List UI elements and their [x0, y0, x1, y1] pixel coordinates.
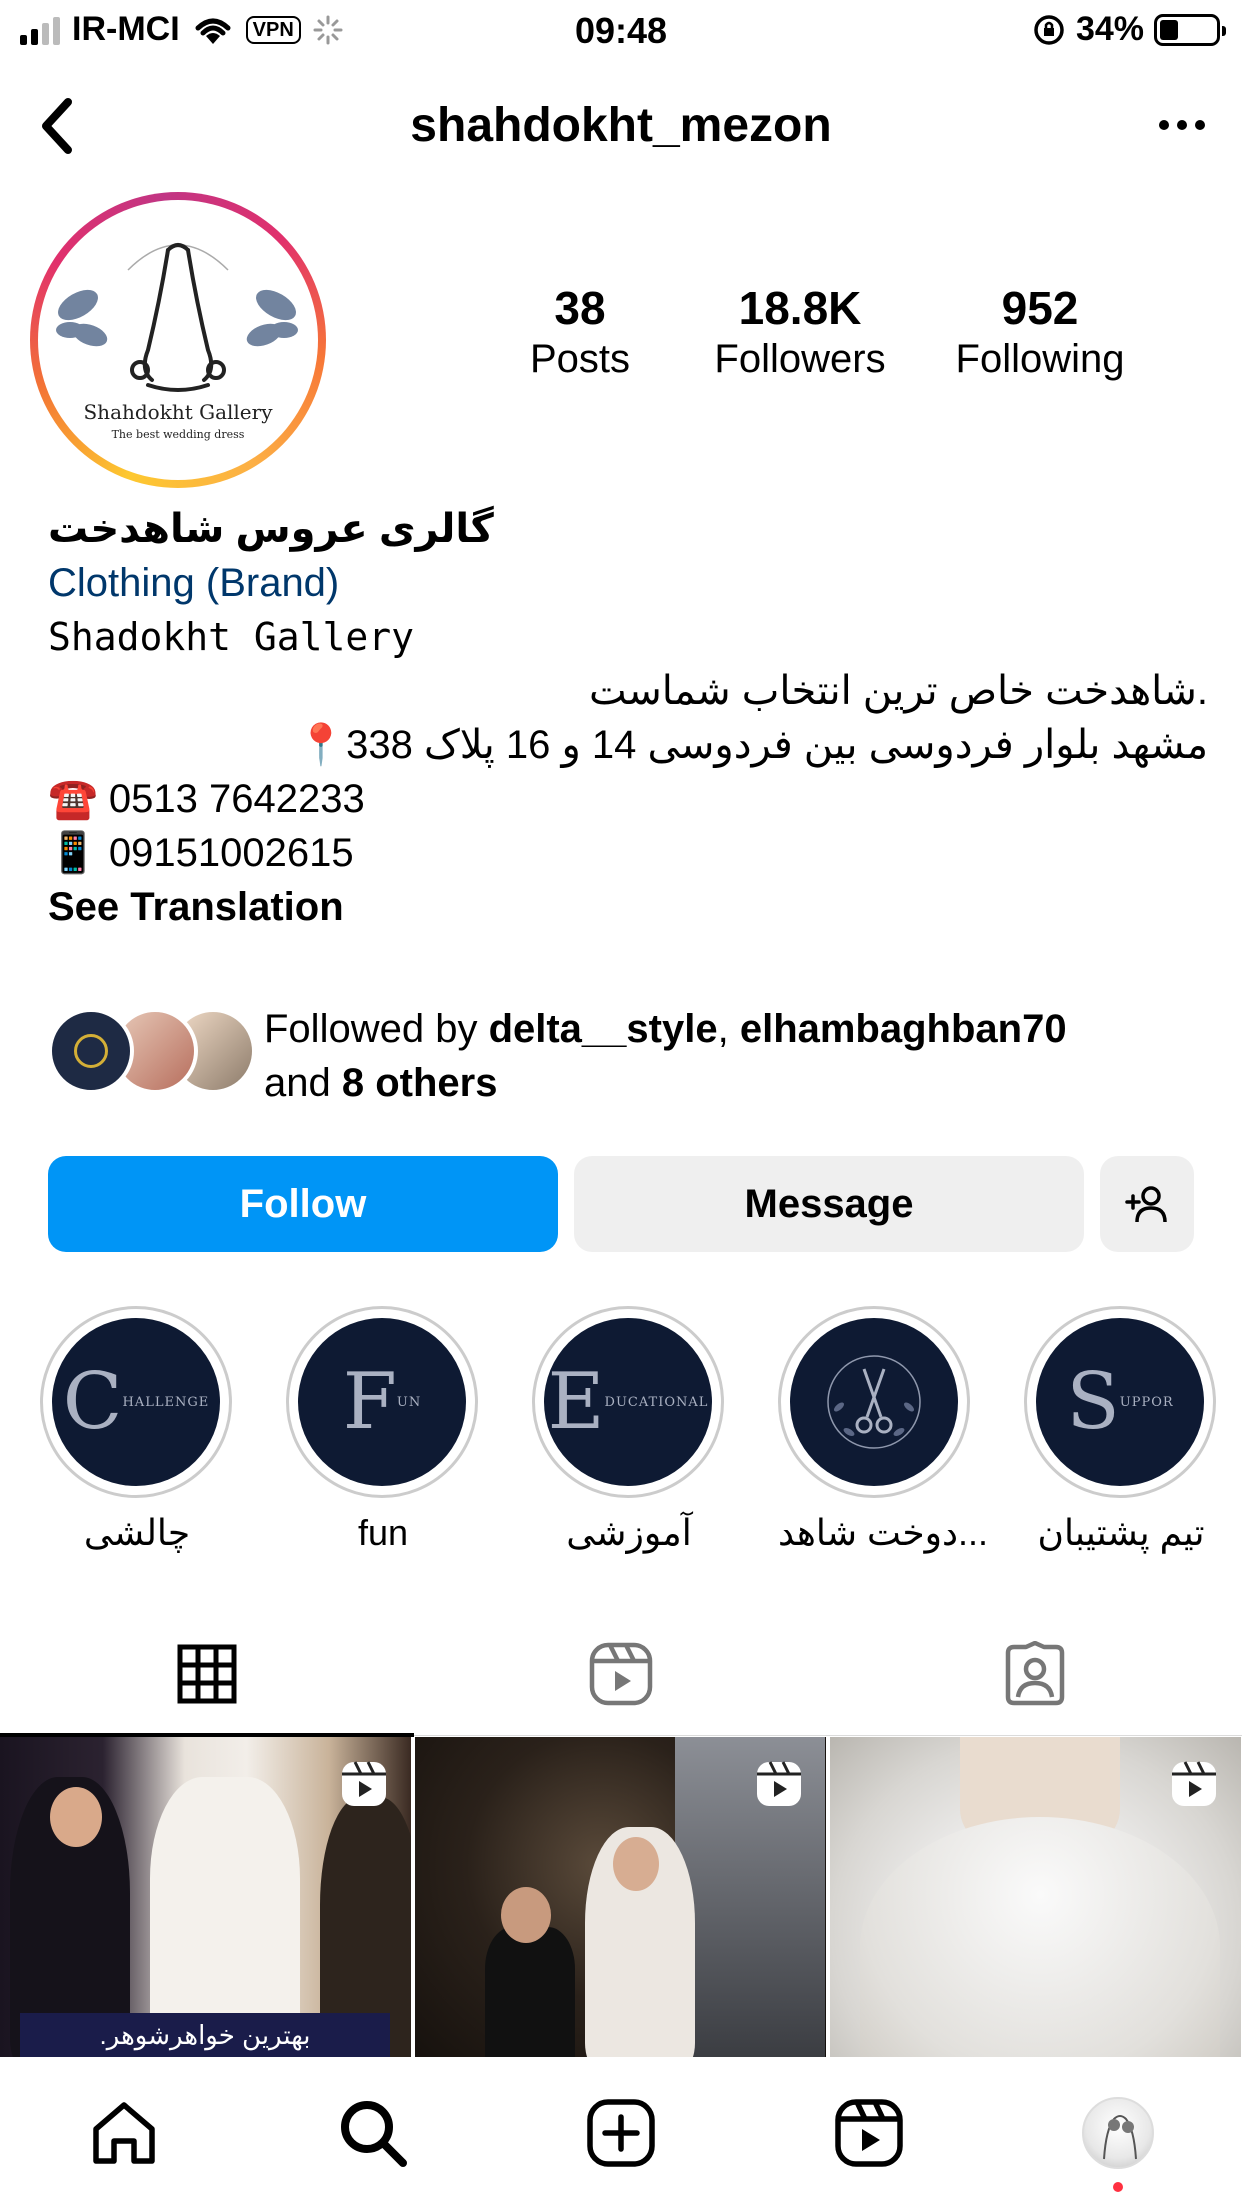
- add-user-icon: [1125, 1186, 1167, 1223]
- highlight-label: چالشی: [83, 1512, 191, 1553]
- highlight-letter: S: [1066, 1357, 1120, 1447]
- profile-avatar[interactable]: Shahdokht Gallery The best wedding dress: [30, 192, 326, 488]
- highlight-subtext: DUCATIONAL: [604, 1394, 709, 1410]
- stat-following[interactable]: 952 Following: [920, 282, 1160, 384]
- tab-posts-grid[interactable]: [0, 1612, 414, 1737]
- profile-category[interactable]: Clothing (Brand): [48, 556, 1208, 610]
- reels-icon: [835, 2098, 904, 2167]
- suggested-users-button[interactable]: [1100, 1156, 1194, 1252]
- search-icon: [340, 2100, 407, 2167]
- profile-bio: گالری عروس شاهدخت Clothing (Brand) Shado…: [48, 502, 1208, 934]
- profile-stats: 38 Posts 18.8K Followers 952 Following: [480, 282, 1160, 384]
- stat-label: Followers: [714, 337, 886, 381]
- avatar-logo-title: Shahdokht Gallery: [83, 400, 273, 424]
- grid-icon: [177, 1644, 237, 1704]
- scissors-icon: [827, 1355, 921, 1449]
- highlight-label: آموزشی: [566, 1512, 692, 1553]
- follow-button[interactable]: Follow: [48, 1156, 558, 1252]
- see-translation-link[interactable]: See Translation: [48, 880, 1208, 934]
- highlight-item[interactable]: E DUCATIONAL آموزشی: [532, 1306, 726, 1554]
- highlight-item[interactable]: C HALLENGE چالشی: [40, 1306, 234, 1554]
- followed-user-link[interactable]: elhambaghban70: [740, 1007, 1067, 1051]
- separator: ,: [717, 1007, 740, 1051]
- avatar-logo-subtitle: The best wedding dress: [111, 428, 245, 441]
- profile-actions: Follow Message: [48, 1156, 1194, 1252]
- highlight-label: دوخت شاهد...: [778, 1512, 989, 1553]
- nav-create[interactable]: [497, 2057, 745, 2208]
- more-options-icon[interactable]: [1152, 100, 1212, 150]
- post-thumbnail[interactable]: [830, 1737, 1241, 2057]
- profile-display-name: گالری عروس شاهدخت: [48, 507, 494, 551]
- posts-grid: بهترین خواهرشوهر.: [0, 1737, 1242, 2057]
- highlight-label: تیم پشتیبان: [1037, 1512, 1205, 1553]
- post-thumbnail[interactable]: [415, 1737, 826, 2057]
- notification-dot: [1112, 2182, 1123, 2192]
- profile-username: shahdokht_mezon: [410, 99, 832, 152]
- highlight-letter: F: [342, 1357, 397, 1447]
- nav-search[interactable]: [248, 2057, 496, 2208]
- tagged-user-icon: [1005, 1641, 1065, 1706]
- highlight-letter: C: [62, 1357, 123, 1447]
- post-thumbnail[interactable]: بهترین خواهرشوهر.: [0, 1737, 411, 2057]
- rotation-lock-icon: [1034, 14, 1064, 45]
- profile-tabs: [0, 1612, 1242, 1737]
- status-bar: IR-MCI VPN 09:48 34%: [0, 0, 1242, 62]
- status-right: 34%: [1032, 10, 1226, 49]
- stat-value: 952: [1001, 282, 1079, 334]
- nav-reels[interactable]: [745, 2057, 993, 2208]
- battery-icon: [1154, 13, 1226, 46]
- bio-line-slogan: .شاهدخت خاص ترین انتخاب شماست: [588, 669, 1208, 713]
- highlight-letter: E: [547, 1357, 605, 1447]
- message-button[interactable]: Message: [574, 1156, 1084, 1252]
- highlight-subtext: HALLENGE: [122, 1394, 210, 1410]
- tab-tagged[interactable]: [828, 1612, 1242, 1736]
- reels-icon: [589, 1642, 653, 1706]
- home-icon: [93, 2101, 155, 2164]
- followed-user-link[interactable]: delta__style: [489, 1007, 718, 1051]
- bio-line-mobile[interactable]: 📱 09151002615: [48, 826, 1208, 880]
- highlight-item[interactable]: S UPPOR تیم پشتیبان: [1024, 1306, 1218, 1554]
- bottom-nav: [0, 2057, 1242, 2208]
- profile-avatar-icon: [1081, 2096, 1154, 2169]
- followed-by-and: and: [264, 1061, 342, 1105]
- stat-label: Following: [955, 337, 1125, 381]
- stat-posts[interactable]: 38 Posts: [480, 282, 680, 384]
- highlight-label: fun: [357, 1512, 409, 1553]
- create-post-icon: [587, 2098, 655, 2167]
- followed-by-prefix: Followed by: [264, 1007, 489, 1051]
- tab-reels[interactable]: [414, 1612, 828, 1736]
- stat-value: 18.8K: [738, 282, 862, 334]
- profile-header: shahdokht_mezon: [0, 80, 1242, 170]
- reel-indicator-icon: [342, 1761, 386, 1806]
- story-highlights: C HALLENGE چالشی F UN fun E DUCATIONAL آ…: [40, 1306, 1220, 1566]
- stat-label: Posts: [529, 337, 631, 381]
- followed-by[interactable]: Followed by delta__style, elhambaghban70…: [48, 1002, 1228, 1112]
- bio-line-brand: Shadokht Gallery: [48, 615, 415, 659]
- follower-avatar: [48, 1008, 134, 1094]
- followed-by-text: Followed by delta__style, elhambaghban70…: [264, 1002, 1224, 1110]
- highlight-subtext: UPPOR: [1119, 1394, 1174, 1410]
- stat-value: 38: [554, 282, 606, 334]
- post-caption: بهترین خواهرشوهر.: [20, 2013, 390, 2057]
- battery-percent: 34%: [1075, 10, 1144, 48]
- followed-others-link[interactable]: 8 others: [342, 1061, 498, 1105]
- highlight-item[interactable]: F UN fun: [286, 1306, 480, 1554]
- highlight-subtext: UN: [396, 1394, 422, 1410]
- bio-line-address: مشهد بلوار فردوسی بین فردوسی 14 و 16 پلا…: [296, 723, 1208, 767]
- highlight-item[interactable]: دوخت شاهد...: [778, 1306, 989, 1554]
- stat-followers[interactable]: 18.8K Followers: [680, 282, 920, 384]
- nav-home[interactable]: [0, 2057, 248, 2208]
- nav-profile[interactable]: [994, 2057, 1242, 2208]
- bio-line-phone[interactable]: ☎️ 0513 7642233: [48, 772, 1208, 826]
- reel-indicator-icon: [757, 1761, 801, 1806]
- reel-indicator-icon: [1172, 1761, 1216, 1806]
